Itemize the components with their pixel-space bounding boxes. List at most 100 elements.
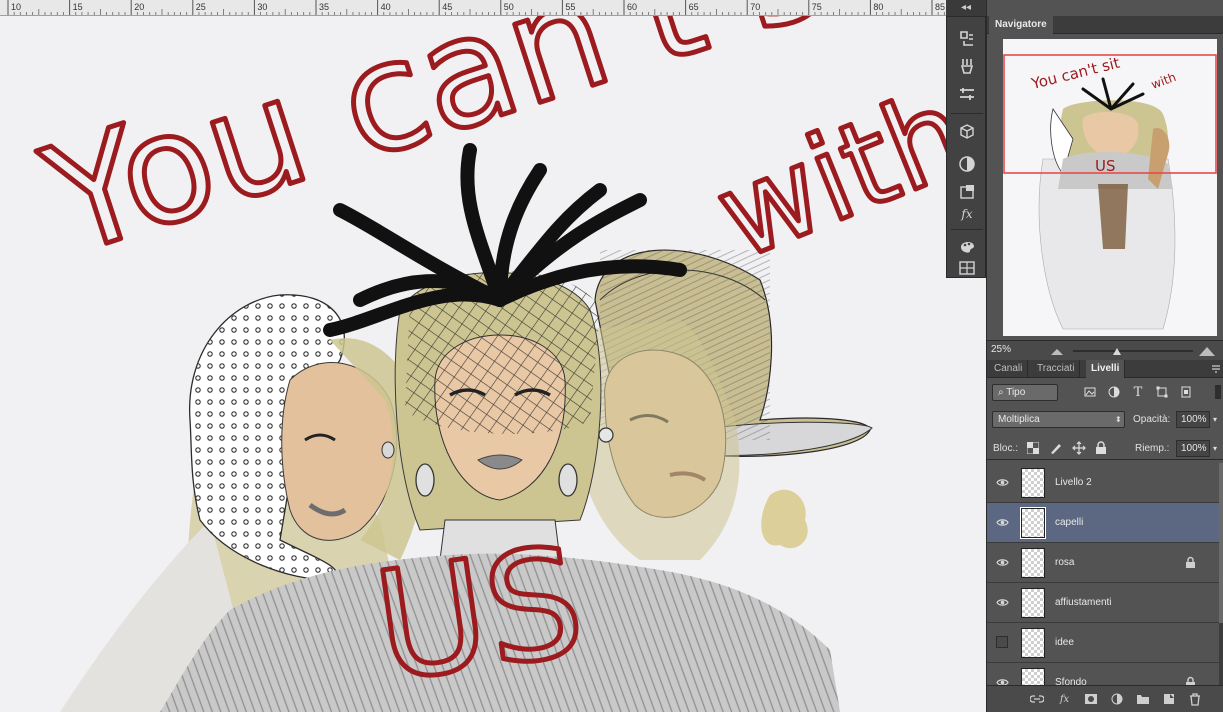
navigator-header: Navigatore: [987, 16, 1223, 34]
swatches-icon[interactable]: [955, 235, 979, 257]
layers-panel-tabs: Canali Tracciati Livelli: [987, 360, 1223, 378]
layer-row[interactable]: affiustamenti: [987, 583, 1219, 623]
layer-thumbnail[interactable]: [1021, 588, 1045, 618]
layer-thumbnail[interactable]: [1021, 668, 1045, 685]
layer-lock-icon: [1185, 676, 1197, 685]
lock-all-icon[interactable]: [1094, 441, 1108, 455]
ruler-tick-label: 55: [565, 2, 575, 12]
opacity-dropdown-icon[interactable]: ▾: [1213, 415, 1217, 424]
photoshop-window: 10 15 20 25 30 35 40 45 50 55 60 65 70 75 80 85: [0, 0, 1223, 712]
add-layer-style-icon[interactable]: fx: [1057, 692, 1072, 706]
layer-row[interactable]: capelli: [987, 503, 1219, 543]
lock-position-icon[interactable]: [1072, 441, 1086, 455]
layer-thumbnail[interactable]: [1021, 548, 1045, 578]
fill-dropdown-icon[interactable]: ▾: [1213, 444, 1217, 453]
layer-filter-row: ⌕ Tipo T: [987, 379, 1223, 405]
new-layer-icon[interactable]: [1161, 692, 1176, 706]
opacity-field[interactable]: 100%: [1176, 411, 1210, 428]
tab-channels[interactable]: Canali: [989, 360, 1029, 378]
properties-icon[interactable]: [955, 181, 979, 203]
layers-list: Livello 2 capelli rosa affiustamenti idee Sfo…: [987, 463, 1219, 685]
layer-row[interactable]: rosa: [987, 543, 1219, 583]
3d-icon[interactable]: [955, 121, 979, 143]
filter-kind-select[interactable]: ⌕ Tipo: [992, 384, 1058, 401]
visibility-eye-icon[interactable]: [996, 676, 1009, 685]
new-group-icon[interactable]: [1135, 692, 1150, 706]
layer-name[interactable]: capelli: [1055, 517, 1083, 528]
chevron-down-icon: ⬍: [1115, 415, 1122, 424]
filter-shape-icon[interactable]: [1155, 385, 1169, 399]
add-mask-icon[interactable]: [1083, 692, 1098, 706]
tool-presets-icon[interactable]: [955, 83, 979, 105]
visibility-eye-icon[interactable]: [996, 516, 1009, 529]
layers-scrollbar-thumb[interactable]: [1219, 463, 1223, 623]
ruler-tick-label: 60: [627, 2, 637, 12]
ruler-tick-label: 85: [935, 2, 945, 12]
collapse-panels-button[interactable]: ◂◂: [946, 0, 986, 16]
layer-name[interactable]: affiustamenti: [1055, 597, 1112, 608]
history-icon[interactable]: [955, 27, 979, 49]
tab-layers[interactable]: Livelli: [1086, 360, 1126, 378]
delete-layer-icon[interactable]: [1187, 692, 1202, 706]
fill-field[interactable]: 100%: [1176, 440, 1210, 457]
layers-footer: fx: [987, 685, 1223, 712]
lock-pixels-icon[interactable]: [1049, 441, 1063, 455]
filter-smart-object-icon[interactable]: [1179, 385, 1193, 399]
layers-scrollbar[interactable]: [1219, 463, 1223, 685]
filter-adjustment-icon[interactable]: [1107, 385, 1121, 399]
navigator-tab[interactable]: Navigatore: [989, 16, 1053, 34]
layer-row[interactable]: Sfondo: [987, 663, 1219, 685]
blend-row: Moltiplica ⬍ Opacità: 100% ▾: [987, 406, 1223, 432]
brush-presets-icon[interactable]: [955, 55, 979, 77]
ruler-tick-label: 25: [196, 2, 206, 12]
navigator-zoom-bar: 25%: [987, 340, 1223, 360]
layer-row[interactable]: idee: [987, 623, 1219, 663]
lock-label: Bloc.:: [993, 443, 1019, 454]
ruler-tick-label: 35: [319, 2, 329, 12]
ruler-tick-label: 30: [257, 2, 267, 12]
layer-name[interactable]: idee: [1055, 637, 1074, 648]
styles-icon[interactable]: fx: [955, 203, 979, 225]
layer-name[interactable]: Livello 2: [1055, 477, 1092, 488]
layer-thumbnail[interactable]: [1021, 468, 1045, 498]
ruler-tick-label: 15: [73, 2, 83, 12]
blend-mode-select[interactable]: Moltiplica: [992, 411, 1125, 428]
panel-icon-strip: fx: [946, 16, 986, 278]
layer-row[interactable]: Livello 2: [987, 463, 1219, 503]
layer-name[interactable]: Sfondo: [1055, 677, 1087, 685]
grid-icon[interactable]: [955, 257, 979, 279]
layer-thumbnail[interactable]: [1020, 507, 1046, 539]
tab-paths[interactable]: Tracciati: [1032, 360, 1081, 378]
horizontal-ruler[interactable]: 10 15 20 25 30 35 40 45 50 55 60 65 70 75 80 85: [0, 0, 946, 16]
ruler-tick-label: 70: [750, 2, 760, 12]
ruler-tick-label: 80: [873, 2, 883, 12]
ruler-tick-label: 75: [812, 2, 822, 12]
navigator-body: You can't sit with US: [987, 34, 1223, 340]
link-layers-icon[interactable]: [1029, 692, 1044, 706]
layer-name[interactable]: rosa: [1055, 557, 1074, 568]
zoom-value[interactable]: 25%: [991, 344, 1011, 355]
zoom-out-icon: [1051, 349, 1063, 355]
visibility-eye-icon[interactable]: [996, 556, 1009, 569]
visibility-toggle-off[interactable]: [996, 636, 1008, 648]
document-canvas[interactable]: You can't sit with US: [0, 16, 986, 712]
filter-pixel-icon[interactable]: [1083, 385, 1097, 399]
lock-row: Bloc.: Riemp.: 100% ▾: [987, 434, 1223, 460]
ruler-tick-label: 40: [381, 2, 391, 12]
filter-toggle[interactable]: [1215, 385, 1221, 399]
ruler-tick-label: 20: [134, 2, 144, 12]
new-adjustment-icon[interactable]: [1109, 692, 1124, 706]
ruler-tick-label: 45: [442, 2, 452, 12]
layer-thumbnail[interactable]: [1021, 628, 1045, 658]
zoom-slider[interactable]: [1049, 345, 1219, 357]
panel-menu-icon[interactable]: [1211, 365, 1221, 373]
adjustments-icon[interactable]: [955, 153, 979, 175]
artwork-text-3: US: [366, 515, 593, 712]
filter-type-icon[interactable]: T: [1131, 385, 1145, 400]
visibility-eye-icon[interactable]: [996, 596, 1009, 609]
ruler-tick-label: 10: [11, 2, 21, 12]
lock-transparency-icon[interactable]: [1026, 441, 1040, 455]
navigator-preview[interactable]: You can't sit with US: [1003, 39, 1217, 336]
fill-label: Riemp.:: [1135, 443, 1170, 454]
visibility-eye-icon[interactable]: [996, 476, 1009, 489]
